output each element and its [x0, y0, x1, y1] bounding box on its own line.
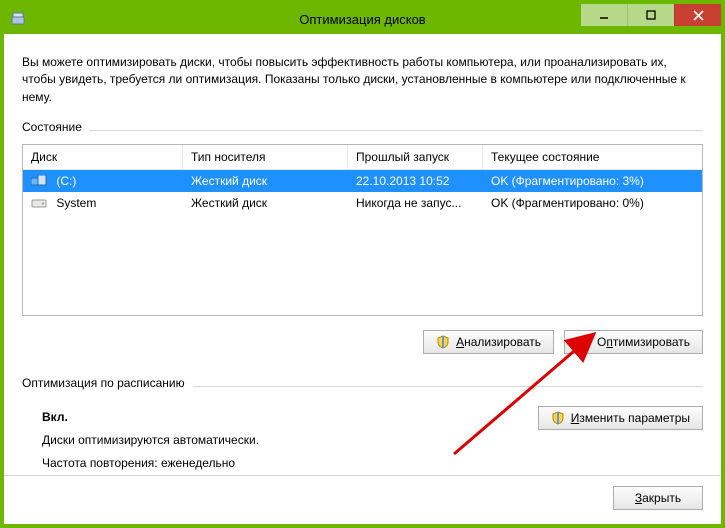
button-label: Изменить параметры	[571, 411, 690, 425]
client-area: Вы можете оптимизировать диски, чтобы по…	[4, 34, 721, 524]
intro-text: Вы можете оптимизировать диски, чтобы по…	[22, 54, 703, 106]
list-row[interactable]: (C:) Жесткий диск 22.10.2013 10:52 OK (Ф…	[23, 170, 702, 192]
list-row[interactable]: System Жесткий диск Никогда не запус... …	[23, 192, 702, 214]
shield-icon	[436, 335, 450, 349]
status-section-label: Состояние	[22, 120, 82, 134]
change-settings-button[interactable]: Изменить параметры	[538, 406, 703, 430]
drive-name: System	[56, 196, 96, 210]
col-media[interactable]: Тип носителя	[183, 145, 348, 169]
window-controls	[581, 4, 721, 26]
close-dialog-button[interactable]: Закрыть	[613, 486, 703, 510]
analyze-button[interactable]: Анализировать	[423, 330, 554, 354]
drive-lastrun: Никогда не запус...	[348, 196, 483, 210]
bottom-bar: Закрыть	[4, 475, 721, 524]
button-label: Оптимизировать	[597, 335, 690, 349]
window-frame: Оптимизация дисков Вы можете оптимизиров…	[0, 0, 725, 528]
shield-icon	[551, 411, 565, 425]
shield-icon	[577, 335, 591, 349]
button-label: Анализировать	[456, 335, 541, 349]
drive-state: OK (Фрагментировано: 0%)	[483, 196, 702, 210]
titlebar[interactable]: Оптимизация дисков	[4, 4, 721, 34]
schedule-section-label: Оптимизация по расписанию	[22, 376, 185, 390]
app-icon	[10, 11, 26, 27]
schedule-auto-text: Диски оптимизируются автоматически.	[42, 429, 703, 452]
minimize-button[interactable]	[581, 4, 627, 26]
action-buttons: Анализировать Оптимизировать	[22, 330, 703, 354]
col-disk[interactable]: Диск	[23, 145, 183, 169]
list-header[interactable]: Диск Тип носителя Прошлый запуск Текущее…	[23, 145, 702, 170]
drive-media: Жесткий диск	[183, 196, 348, 210]
col-lastrun[interactable]: Прошлый запуск	[348, 145, 483, 169]
drive-icon	[31, 175, 47, 187]
button-label: Закрыть	[635, 491, 681, 505]
drive-lastrun: 22.10.2013 10:52	[348, 174, 483, 188]
drive-media: Жесткий диск	[183, 174, 348, 188]
maximize-button[interactable]	[627, 4, 674, 26]
drive-list[interactable]: Диск Тип носителя Прошлый запуск Текущее…	[22, 144, 703, 316]
close-button[interactable]	[674, 4, 721, 26]
schedule-frequency: Частота повторения: еженедельно	[42, 452, 703, 475]
drive-state: OK (Фрагментировано: 3%)	[483, 174, 702, 188]
drive-name: (C:)	[56, 174, 76, 188]
col-current[interactable]: Текущее состояние	[483, 145, 702, 169]
optimize-button[interactable]: Оптимизировать	[564, 330, 703, 354]
drive-icon	[31, 197, 47, 209]
schedule-area: Изменить параметры Вкл. Диски оптимизиру…	[22, 406, 703, 474]
